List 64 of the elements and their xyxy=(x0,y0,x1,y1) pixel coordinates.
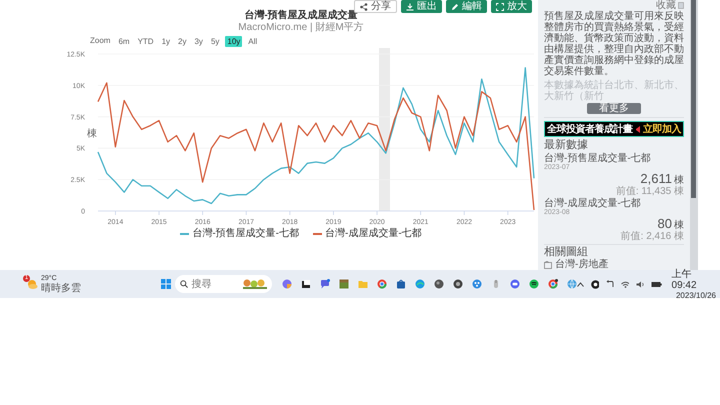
range-button[interactable]: 6m xyxy=(116,36,132,46)
unit-text: 棟 xyxy=(674,175,684,186)
range-button[interactable]: 2y xyxy=(176,36,188,46)
trees-drawing-icon xyxy=(243,279,268,289)
task-view-icon[interactable] xyxy=(301,279,312,289)
pencil-icon xyxy=(451,2,459,10)
game-block-icon[interactable] xyxy=(339,279,350,289)
record-icon[interactable] xyxy=(590,280,600,288)
legend-item[interactable]: 台灣-成屋成交量-七都 xyxy=(313,228,422,240)
search-icon xyxy=(180,280,188,288)
value-text: 2,611 xyxy=(640,172,672,185)
description-text: 預售屋及成屋成交量可用來反映整體房市的買賣熱絡景氣，受經濟動能、貨幣政策而波動，資料由構屋提供，整理自內政部不動產實價查詢服務網中登錄的成屋交易案件數量。 xyxy=(544,11,684,77)
enlarge-button[interactable]: 放大 xyxy=(491,0,532,13)
export-button[interactable]: 匯出 xyxy=(401,0,442,13)
chat-bubble-icon[interactable] xyxy=(320,279,330,289)
speaker-icon[interactable] xyxy=(636,280,644,288)
expand-icon xyxy=(496,2,504,10)
edit-button[interactable]: 編輯 xyxy=(446,0,487,13)
range-button[interactable]: 10y xyxy=(225,36,242,46)
range-button[interactable]: 3y xyxy=(192,36,205,46)
series-name-link[interactable]: 台灣-預售屋成交量-七都 xyxy=(544,153,684,164)
promo-banner[interactable]: 全球投資者養成計畫 立即加入 xyxy=(544,121,684,137)
scrollbar-thumb[interactable] xyxy=(691,0,696,198)
share-button[interactable]: 分享 xyxy=(354,0,397,13)
megaphone-icon xyxy=(634,124,641,134)
windows-start-icon[interactable] xyxy=(161,279,171,289)
colorful-app-icon[interactable] xyxy=(282,279,292,289)
series-name-link[interactable]: 台灣-成屋成交量-七都 xyxy=(544,198,684,209)
clock[interactable]: 上午 09:42 2023/10/26 xyxy=(672,268,716,300)
undo-arrow-icon[interactable] xyxy=(606,280,614,288)
weather-sun-cloud-icon[interactable] xyxy=(26,278,38,290)
range-button[interactable]: YTD xyxy=(136,36,156,46)
music-circle-icon[interactable] xyxy=(529,279,540,289)
zoom-label: Zoom xyxy=(90,35,110,47)
ball-icon[interactable] xyxy=(434,279,444,289)
range-button[interactable]: All xyxy=(246,36,260,46)
download-icon xyxy=(406,2,414,10)
browser-icon[interactable] xyxy=(548,279,558,289)
chevron-up-icon[interactable] xyxy=(577,282,584,286)
previous-value-text: 前值: 2,416 棟 xyxy=(620,231,684,242)
wifi-icon[interactable] xyxy=(620,280,629,288)
banner-title: 全球投資者養成計畫 xyxy=(547,124,632,134)
banner-cta[interactable]: 立即加入 xyxy=(643,124,681,134)
range-button[interactable]: 1y xyxy=(160,36,172,46)
share-icon xyxy=(360,2,368,10)
network-icon[interactable] xyxy=(472,279,482,289)
bookmark-icon xyxy=(678,2,684,9)
battery-icon[interactable] xyxy=(651,280,662,288)
weather-condition-text: 晴時多雲 xyxy=(41,282,81,294)
see-more-button[interactable]: 看更多 xyxy=(587,103,641,114)
favorite-link[interactable]: 收藏 xyxy=(656,0,676,11)
section-heading: 相關圖組 xyxy=(544,246,589,258)
chart-subtitle: MacroMicro.me | 財經M平方 xyxy=(237,22,365,34)
unit-text: 棟 xyxy=(674,220,684,231)
legend-item[interactable]: 台灣-預售屋成交量-七都 xyxy=(180,228,299,240)
previous-value-text: 前值: 11,435 棟 xyxy=(616,186,684,197)
range-button[interactable]: 5y xyxy=(208,36,222,46)
search-field[interactable]: 搜尋 xyxy=(174,275,272,293)
description-more-text: 本數據為統計台北市、新北市、大新竹（新竹 xyxy=(544,80,684,102)
store-bag-icon[interactable] xyxy=(396,279,406,289)
y-axis-title: 棟 xyxy=(87,128,97,140)
related-group-link[interactable]: 台灣-房地產 xyxy=(555,259,608,270)
value-text: 80 xyxy=(658,217,672,230)
section-heading: 最新數據 xyxy=(544,139,589,152)
